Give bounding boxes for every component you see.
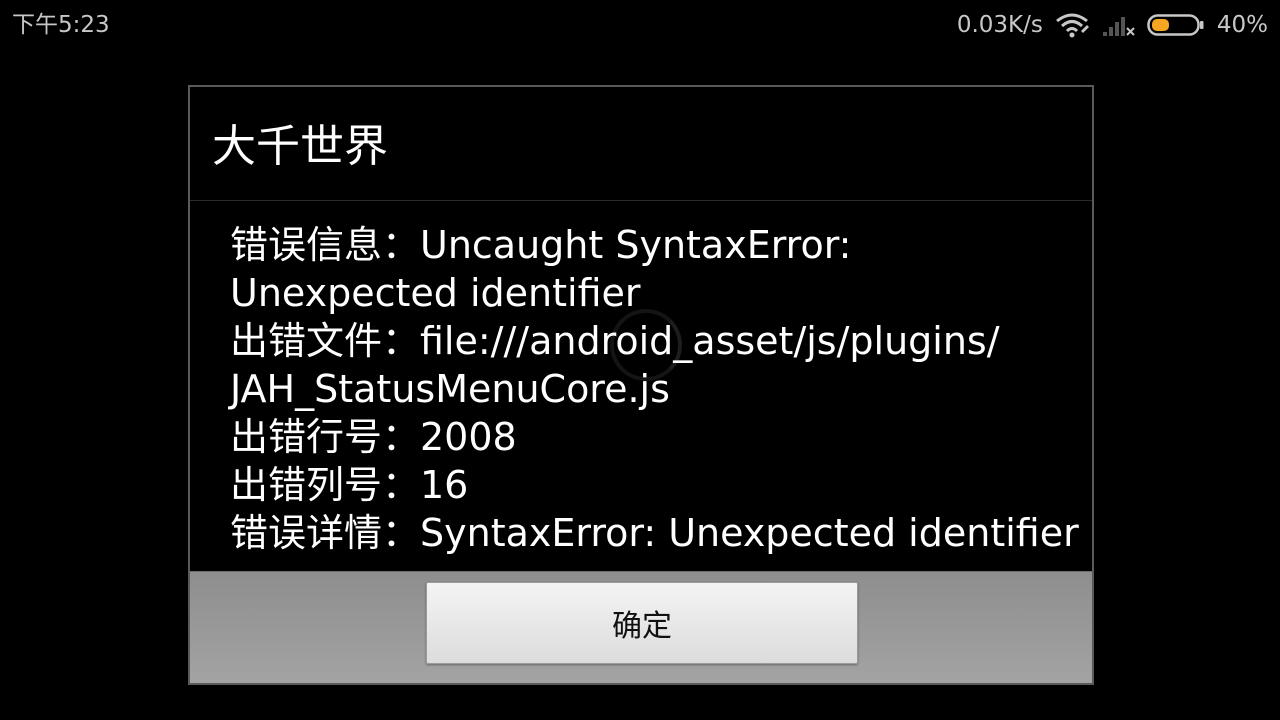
battery-percent: 40% xyxy=(1216,12,1268,38)
error-dialog: 大千世界 错误信息：Uncaught SyntaxError: Unexpect… xyxy=(188,85,1094,685)
battery-icon xyxy=(1147,12,1205,38)
status-right: 0.03K/s 40% xyxy=(957,10,1268,40)
error-line-number: 出错行号：2008 xyxy=(230,415,517,459)
error-file-line: JAH_StatusMenuCore.js xyxy=(230,367,670,411)
screen: 下午5:23 0.03K/s 40% 大千世界 错误信息：Uncaught Sy… xyxy=(0,0,1280,720)
wifi-icon xyxy=(1055,12,1089,38)
dialog-message: 错误信息：Uncaught SyntaxError: Unexpected id… xyxy=(230,221,1080,557)
ok-button[interactable]: 确定 xyxy=(426,582,858,664)
dialog-header: 大千世界 xyxy=(190,87,1092,201)
dialog-title: 大千世界 xyxy=(212,121,388,172)
status-time: 下午5:23 xyxy=(12,12,110,38)
dialog-button-bar: 确定 xyxy=(190,571,1092,683)
error-file-line: 出错文件：file:///android_asset/js/plugins/ xyxy=(230,319,1000,363)
error-message-line: Unexpected identifier xyxy=(230,271,641,315)
error-message-line: 错误信息：Uncaught SyntaxError: xyxy=(230,223,852,267)
error-column-number: 出错列号：16 xyxy=(230,463,469,507)
status-bar: 下午5:23 0.03K/s 40% xyxy=(0,0,1280,50)
signal-icon xyxy=(1101,12,1135,38)
network-speed: 0.03K/s xyxy=(956,12,1043,38)
error-details-line: 错误详情：SyntaxError: Unexpected identifier xyxy=(230,511,1079,555)
